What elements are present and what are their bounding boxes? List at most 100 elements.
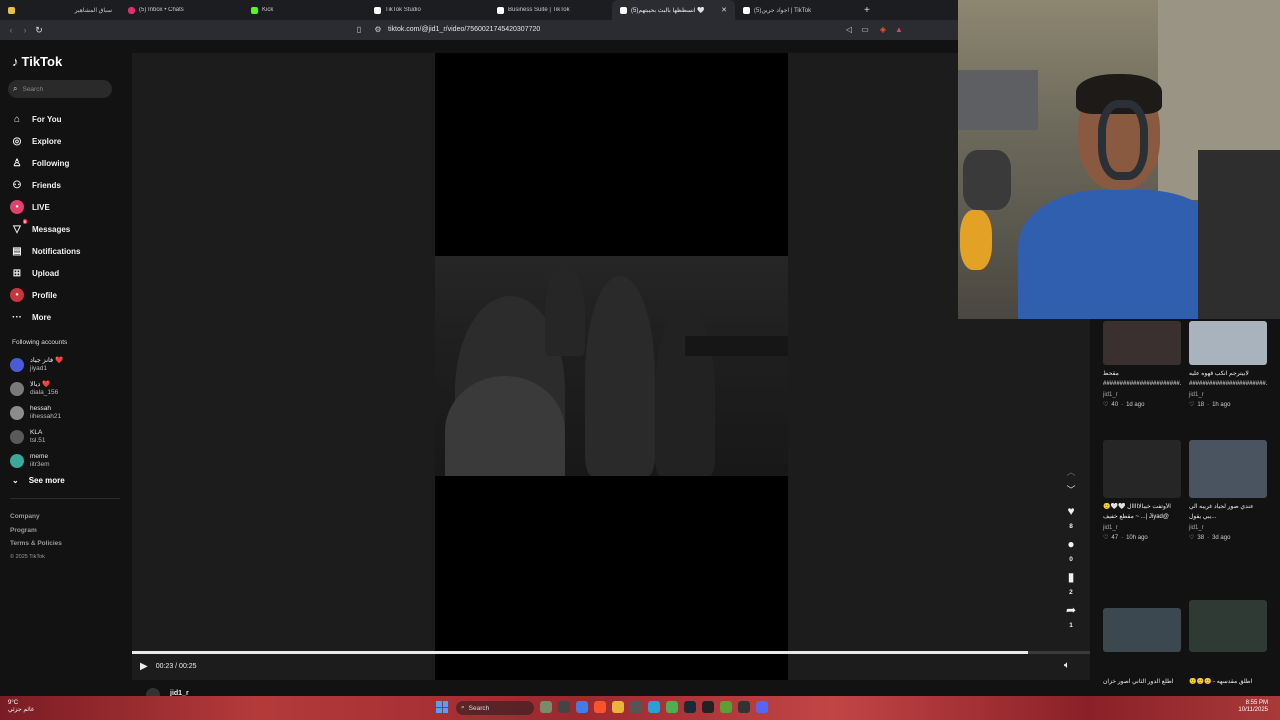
sidebar-item-upload[interactable]: ⊞ Upload — [10, 262, 125, 284]
rec-user[interactable]: jid1_r — [1103, 524, 1181, 532]
tab-favicon-icon — [8, 6, 15, 14]
taskbar-clock[interactable]: 8:55 PM 10/11/2025 — [1238, 700, 1268, 714]
sidebar-item-friends[interactable]: ⚇ Friends — [10, 174, 125, 196]
account-handle: iihessah21 — [30, 413, 62, 420]
browser-tab[interactable]: (5)اجواد جرين | TikTok — [735, 0, 858, 20]
new-tab-icon[interactable]: + — [858, 5, 870, 16]
play-icon[interactable]: ▶ — [140, 661, 148, 672]
site-info-icon[interactable]: ⚙ — [373, 25, 383, 35]
chrome-icon[interactable] — [576, 701, 588, 713]
chevron-down-icon[interactable]: ﹀ — [1066, 483, 1075, 501]
search-icon: ⌕ — [13, 84, 18, 93]
chrome-icon[interactable] — [666, 701, 678, 713]
tab-title: سباق المشاهير — [74, 7, 112, 14]
footer-link-terms[interactable]: Terms & Policies — [10, 537, 62, 551]
footer-link-program[interactable]: Program — [10, 524, 62, 538]
minecraft-icon[interactable] — [720, 701, 732, 713]
following-account[interactable]: meme iitr3em — [10, 449, 125, 473]
video-thumbnail[interactable] — [1189, 440, 1267, 498]
comment-count: 0 — [1069, 556, 1073, 563]
volume-icon[interactable]: 🔈︎ — [1064, 660, 1070, 671]
footer-link-company[interactable]: Company — [10, 510, 62, 524]
mute-tab-icon[interactable]: ◁ — [844, 25, 854, 35]
rec-title-line2: ...يبي يقول — [1189, 514, 1217, 520]
rec-user[interactable]: jid1_r — [1103, 391, 1181, 399]
rec-user[interactable]: jid1_r — [1189, 391, 1267, 399]
sidebar-item-profile[interactable]: ● Profile — [10, 284, 125, 306]
rec-user[interactable]: jid1_r — [1189, 524, 1267, 532]
save-button[interactable]: ▮ 2 — [1068, 570, 1075, 600]
video-player[interactable] — [435, 53, 788, 680]
bookmark-icon[interactable]: ▯ — [354, 25, 364, 35]
tiktok-favicon-icon — [497, 6, 504, 14]
video-thumbnail[interactable] — [1103, 440, 1181, 498]
capcut-icon[interactable] — [702, 701, 714, 713]
browser-tab[interactable]: TikTok Studio — [366, 0, 489, 20]
account-text: KLA tsl.51 — [30, 429, 46, 445]
brave-icon[interactable] — [594, 701, 606, 713]
share-button[interactable]: ➦ 1 — [1066, 603, 1076, 633]
rec-likes: 38 — [1197, 535, 1205, 541]
recommendation-card[interactable]: مقحط #######################... jid1_r ♡… — [1103, 321, 1181, 409]
video-progress-bar[interactable] — [132, 651, 1090, 654]
close-tab-icon[interactable]: ✕ — [721, 6, 727, 14]
sidebar-item-live[interactable]: ● LIVE — [10, 196, 125, 218]
following-account[interactable]: فانز جياد ❤️ jiyad1 — [10, 353, 125, 377]
reload-icon[interactable]: ↻ — [32, 25, 46, 36]
comment-icon: ● — [1067, 537, 1075, 551]
taskbar-search[interactable]: ⌕ Search — [456, 701, 534, 715]
rewards-icon[interactable]: ▲ — [894, 25, 904, 35]
edge-icon[interactable] — [648, 701, 660, 713]
browser-tab[interactable]: (5) Inbox • Chats — [120, 0, 243, 20]
home-icon: ⌂ — [13, 113, 21, 125]
see-more-label: See more — [28, 476, 65, 485]
discord-icon[interactable] — [756, 701, 768, 713]
back-icon[interactable]: ‹ — [4, 25, 18, 35]
folder-icon[interactable] — [612, 701, 624, 713]
steam-icon[interactable] — [684, 701, 696, 713]
windows-start-icon[interactable] — [436, 701, 448, 713]
task-view-icon[interactable] — [558, 701, 570, 713]
video-thumbnail[interactable] — [1189, 321, 1267, 365]
sidebar-item-for-you[interactable]: ⌂ For You — [10, 108, 125, 130]
sidebar-item-more[interactable]: ··· More — [10, 306, 125, 328]
sidebar-item-messages[interactable]: ▽ 9 Messages — [10, 218, 125, 240]
comment-button[interactable]: ● 0 — [1067, 537, 1074, 567]
chevron-down-icon: ⌄ — [12, 476, 19, 485]
sidebar-item-notifications[interactable]: ▤ Notifications — [10, 240, 125, 262]
forward-icon[interactable]: › — [18, 25, 32, 35]
video-thumbnail[interactable] — [1103, 608, 1181, 652]
following-account[interactable]: hessah iihessah21 — [10, 401, 125, 425]
browser-tab[interactable]: سباق المشاهير — [0, 0, 120, 20]
following-account[interactable]: KLA tsl.51 — [10, 425, 125, 449]
sidebar-item-explore[interactable]: ◎ Explore — [10, 130, 125, 152]
app-icon[interactable] — [540, 701, 552, 713]
app-icon[interactable] — [630, 701, 642, 713]
like-button[interactable]: ♥ 8 — [1067, 504, 1074, 534]
cast-icon[interactable]: ▭ — [860, 25, 870, 35]
chevron-up-icon[interactable]: ︿ — [1066, 465, 1075, 483]
browser-tab-active[interactable]: (5)انسطظها بالبث بحيبتهم 🤍 ✕ — [612, 0, 735, 20]
see-more-button[interactable]: ⌄ See more — [12, 476, 65, 485]
recommendation-card[interactable]: اطلق مقدسهه - 🙂🙂🙂 — [1189, 600, 1267, 686]
following-account[interactable]: ديالا ❤️ diala_156 — [10, 377, 125, 401]
video-thumbnail[interactable] — [1103, 321, 1181, 365]
tab-title: (5)اجواد جرين | TikTok — [754, 7, 812, 14]
brave-shield-icon[interactable]: ◈ — [878, 25, 888, 35]
tiktok-logo[interactable]: ♪ TikTok — [12, 54, 62, 69]
player-controls: ▶ 00:23 / 00:25 — [140, 661, 197, 672]
url-field[interactable]: tiktok.com/@jid1_r/video/756002174542030… — [388, 26, 540, 33]
video-thumbnail[interactable] — [1189, 600, 1267, 652]
search-input[interactable]: ⌕ Search — [8, 80, 112, 98]
app-icon[interactable] — [738, 701, 750, 713]
weather-widget[interactable]: 9°C غائم جزئي — [8, 700, 34, 714]
recommendation-card[interactable]: عندي صور لجياد غريبه الي ...يبي يقول jid… — [1189, 440, 1267, 542]
browser-tab[interactable]: Kick — [243, 0, 366, 20]
recommendation-card[interactable]: لابيترجم انكب قهوه عليه ################… — [1189, 321, 1267, 409]
recommendation-card[interactable]: الأوتفت خيبالااااال 🤍🤍🙂 @Jiyad |... ~ مق… — [1103, 440, 1181, 542]
browser-tab[interactable]: Business Suite | TikTok — [489, 0, 612, 20]
recommendation-card[interactable]: اطلع الدور الثاني اصور خزان — [1103, 608, 1181, 686]
sidebar-item-following[interactable]: ♙ Following — [10, 152, 125, 174]
screen: سباق المشاهير (5) Inbox • Chats Kick Tik… — [0, 0, 1280, 720]
heart-icon: ♡ — [1189, 535, 1195, 541]
